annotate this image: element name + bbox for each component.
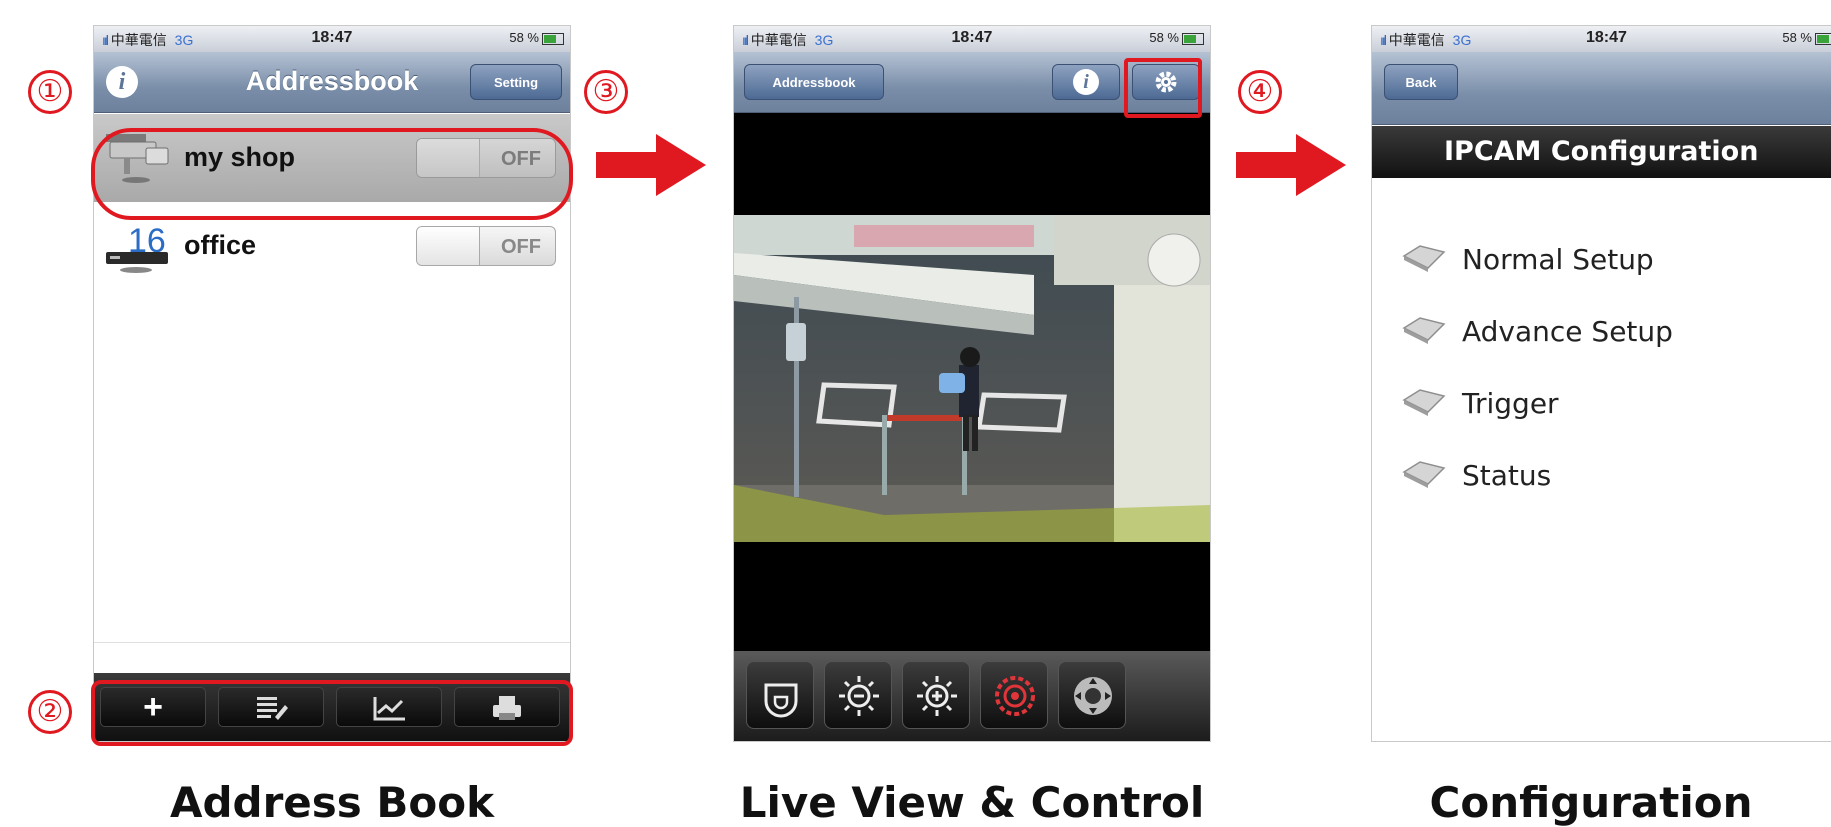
setting-button[interactable]: Setting bbox=[470, 64, 562, 100]
empty-row bbox=[94, 466, 570, 555]
toggle-knob bbox=[417, 227, 480, 265]
highlight-toolbar bbox=[91, 680, 573, 746]
video-letterbox-top bbox=[734, 113, 1210, 215]
live-view-screen: ııl 中華電信 3G 18:47 58 % Addressbook i bbox=[733, 25, 1211, 742]
caption-live-view: Live View & Control bbox=[739, 778, 1205, 827]
highlight-settings-button bbox=[1124, 58, 1202, 118]
battery-percent: 58 % bbox=[509, 30, 539, 45]
ptz-icon bbox=[1074, 677, 1112, 715]
callout-1: ① bbox=[28, 70, 72, 114]
menu-item-label: Normal Setup bbox=[1462, 243, 1654, 276]
callout-4: ④ bbox=[1238, 70, 1282, 114]
dome-camera-icon bbox=[764, 683, 798, 718]
empty-row bbox=[94, 554, 570, 643]
battery-percent: 58 % bbox=[1782, 30, 1812, 45]
brightness-minus-icon bbox=[839, 676, 879, 716]
battery-icon bbox=[542, 32, 564, 45]
battery-icon bbox=[1182, 32, 1204, 45]
back-button[interactable]: Back bbox=[1384, 64, 1458, 100]
navigation-bar: i Addressbook Setting bbox=[94, 52, 570, 113]
carrier-info: ııl 中華電信 3G bbox=[1380, 30, 1471, 50]
clock: 18:47 bbox=[951, 29, 993, 46]
ptz-control-button[interactable] bbox=[1058, 661, 1126, 729]
toggle-label: OFF bbox=[501, 236, 541, 258]
battery-icon bbox=[1815, 32, 1831, 45]
network-type: 3G bbox=[1452, 32, 1472, 48]
live-video-feed[interactable] bbox=[734, 215, 1211, 542]
configuration-screen: ııl 中華電信 3G 18:47 58 % Back IPCAM Config… bbox=[1371, 25, 1831, 742]
back-to-addressbook-button[interactable]: Addressbook bbox=[744, 64, 884, 100]
signal-strength: ııl bbox=[1380, 32, 1387, 48]
battery-status: 58 % bbox=[1149, 30, 1204, 45]
arrow-right-icon bbox=[1236, 134, 1346, 196]
caption-configuration: Configuration bbox=[1429, 778, 1753, 827]
battery-status: 58 % bbox=[1782, 30, 1831, 45]
camera-control-toolbar bbox=[734, 651, 1210, 741]
config-header: IPCAM Configuration bbox=[1372, 126, 1831, 178]
battery-status: 58 % bbox=[509, 30, 564, 45]
video-letterbox-bottom bbox=[734, 542, 1210, 655]
empty-row bbox=[94, 290, 570, 379]
navigation-bar: Back bbox=[1372, 52, 1831, 125]
menu-item-label: Status bbox=[1462, 459, 1552, 492]
battery-percent: 58 % bbox=[1149, 30, 1179, 45]
dome-camera-button[interactable] bbox=[746, 661, 814, 729]
carrier-name: 中華電信 bbox=[1388, 32, 1445, 48]
gem-bullet-icon bbox=[1402, 245, 1446, 272]
record-icon bbox=[995, 676, 1035, 716]
caption-address-book: Address Book bbox=[169, 778, 495, 827]
empty-row bbox=[94, 378, 570, 467]
status-bar: ııl 中華電信 3G 18:47 58 % bbox=[734, 26, 1210, 52]
clock: 18:47 bbox=[311, 29, 353, 46]
gem-bullet-icon bbox=[1402, 389, 1446, 416]
callout-2: ② bbox=[28, 690, 72, 734]
brightness-plus-icon bbox=[917, 676, 957, 716]
callout-3: ③ bbox=[584, 70, 628, 114]
menu-item-label: Advance Setup bbox=[1462, 315, 1673, 348]
dvr-16-icon: 16 bbox=[106, 222, 168, 273]
record-button[interactable] bbox=[980, 661, 1048, 729]
gem-bullet-icon bbox=[1402, 461, 1446, 488]
device-name: office bbox=[184, 230, 257, 260]
info-icon: i bbox=[1073, 69, 1099, 95]
brightness-down-button[interactable] bbox=[824, 661, 892, 729]
menu-item-label: Trigger bbox=[1462, 387, 1559, 420]
status-bar: ııl 中華電信 3G 18:47 58 % bbox=[94, 26, 570, 52]
brightness-up-button[interactable] bbox=[902, 661, 970, 729]
status-bar: ııl 中華電信 3G 18:47 58 % bbox=[1372, 26, 1831, 52]
highlight-device-row bbox=[91, 128, 573, 220]
info-button[interactable]: i bbox=[1052, 64, 1120, 100]
device-toggle[interactable]: OFF bbox=[416, 226, 556, 266]
gem-bullet-icon bbox=[1402, 317, 1446, 344]
arrow-right-icon bbox=[596, 134, 706, 196]
